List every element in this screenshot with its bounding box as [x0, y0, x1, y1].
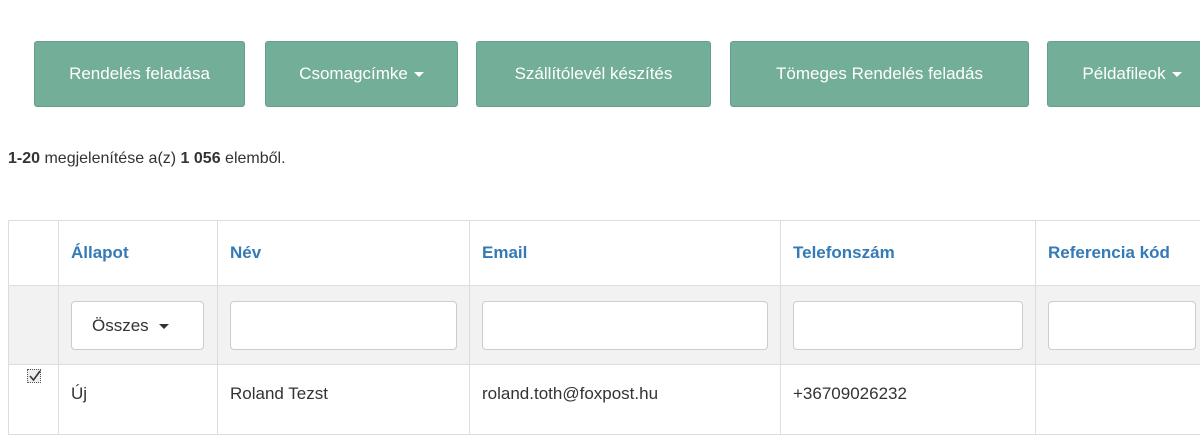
reference-filter-input[interactable]	[1048, 300, 1196, 350]
filter-cell-phone	[780, 285, 1036, 365]
column-header-name[interactable]: Név	[217, 220, 470, 286]
row-phone-cell: +36709026232	[780, 364, 1036, 435]
orders-table: Állapot Név Email Telefonszám Referencia…	[8, 220, 1200, 435]
column-header-phone[interactable]: Telefonszám	[780, 220, 1036, 286]
status-filter-select[interactable]: Összes	[71, 300, 204, 350]
summary-mid-text: megjelenítése a(z)	[40, 150, 181, 167]
status-filter-value: Összes	[92, 315, 149, 335]
create-delivery-note-button[interactable]: Szállítólevél készítés	[476, 41, 711, 107]
summary-end-text: elemből.	[220, 150, 286, 167]
submit-order-button[interactable]: Rendelés feladása	[34, 41, 245, 107]
column-header-phone-label[interactable]: Telefonszám	[793, 243, 895, 262]
create-delivery-note-label: Szállítólevél készítés	[514, 64, 673, 83]
summary-total: 1 056	[180, 150, 221, 167]
caret-down-icon	[1171, 72, 1182, 78]
column-header-email[interactable]: Email	[469, 220, 781, 286]
package-label-label: Csomagcímke	[299, 64, 408, 83]
email-filter-input[interactable]	[482, 300, 768, 350]
caret-down-icon	[158, 323, 169, 329]
filter-cell-email	[469, 285, 781, 365]
row-select-cell	[8, 364, 59, 435]
package-label-dropdown-button[interactable]: Csomagcímke	[265, 41, 458, 107]
filter-cell-empty	[8, 285, 59, 365]
submit-order-label: Rendelés feladása	[69, 64, 210, 83]
summary-range: 1-20	[8, 150, 41, 167]
sample-files-dropdown-button[interactable]: Példafileok	[1047, 41, 1200, 107]
filter-cell-reference	[1035, 285, 1200, 365]
table-filter-row: Összes	[8, 285, 1200, 365]
column-header-email-label[interactable]: Email	[482, 243, 527, 262]
column-header-status-label[interactable]: Állapot	[71, 243, 129, 262]
column-header-status[interactable]: Állapot	[58, 220, 218, 286]
table-row[interactable]: Új Roland Tezst roland.toth@foxpost.hu +…	[8, 364, 1200, 435]
row-reference-cell	[1035, 364, 1200, 435]
page: ​ Rendelés feladása Csomagcímke Szállító…	[0, 0, 1200, 448]
sample-files-label: Példafileok	[1082, 64, 1166, 83]
select-column-header	[8, 220, 59, 286]
phone-filter-input[interactable]	[793, 300, 1023, 350]
bulk-order-label: Tömeges Rendelés feladás	[776, 64, 983, 83]
row-status-cell: Új	[58, 364, 218, 435]
row-name-cell: Roland Tezst	[217, 364, 470, 435]
column-header-reference[interactable]: Referencia kód	[1035, 220, 1200, 286]
caret-down-icon	[413, 72, 424, 78]
checkmark-icon	[28, 370, 41, 382]
table-header-row: Állapot Név Email Telefonszám Referencia…	[8, 220, 1200, 286]
name-filter-input[interactable]	[230, 300, 457, 350]
row-email-cell: roland.toth@foxpost.hu	[469, 364, 781, 435]
filter-cell-name	[217, 285, 470, 365]
bulk-order-button[interactable]: Tömeges Rendelés feladás	[730, 41, 1029, 107]
pagination-summary: 1-20 megjelenítése a(z) 1 056 elemből.	[8, 150, 286, 168]
row-select-checkbox[interactable]	[26, 369, 41, 383]
filter-cell-status: Összes	[58, 285, 218, 365]
column-header-name-label[interactable]: Név	[230, 243, 261, 262]
column-header-reference-label[interactable]: Referencia kód	[1048, 243, 1170, 262]
